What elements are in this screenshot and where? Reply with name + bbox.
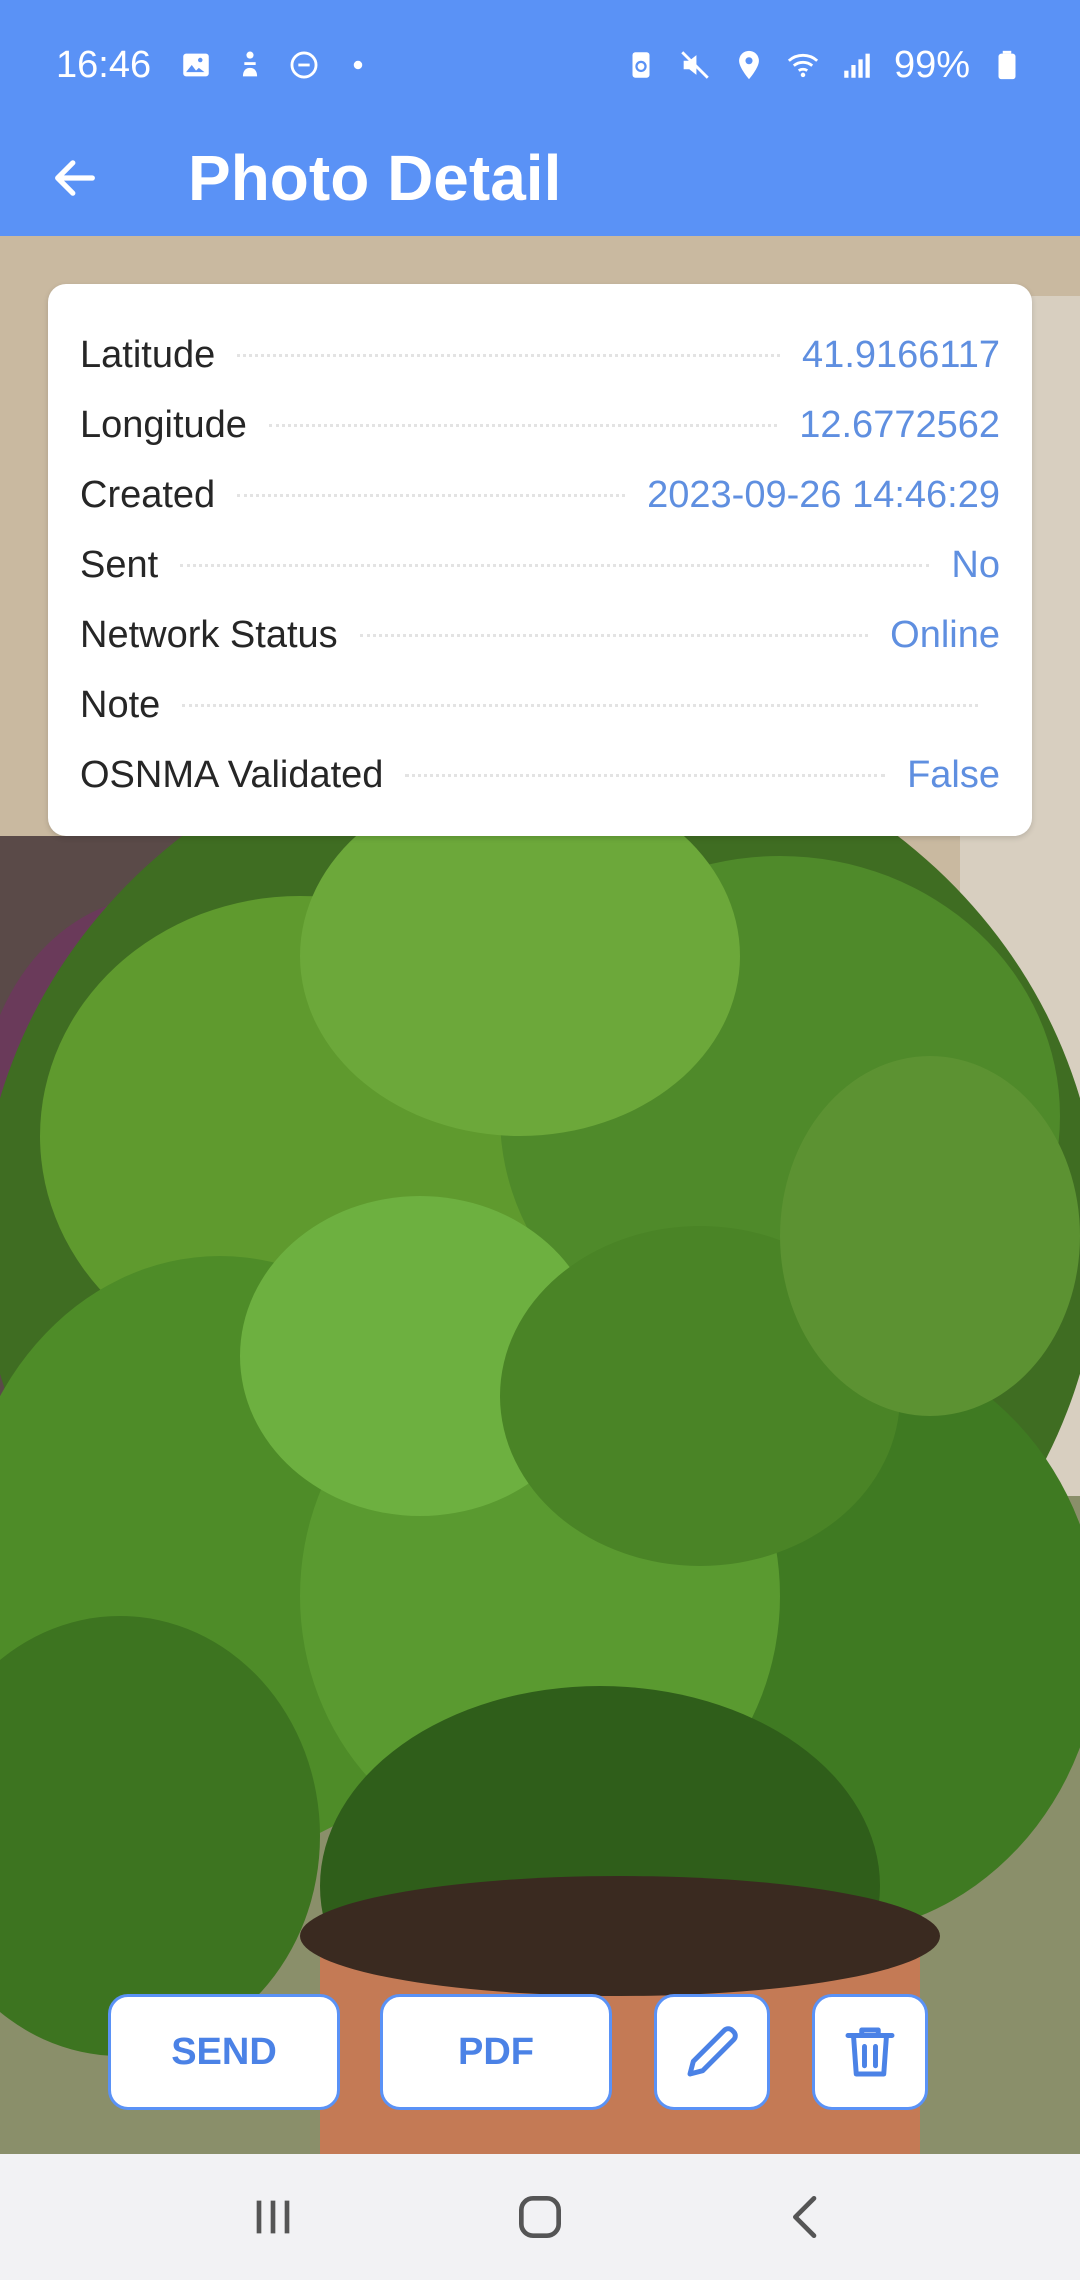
system-back-button[interactable] — [747, 2167, 867, 2267]
info-value: Online — [890, 613, 1000, 656]
info-row-sent: Sent No — [80, 530, 1000, 600]
recents-icon — [256, 2200, 290, 2234]
recycle-battery-icon — [624, 48, 658, 82]
arrow-left-icon — [55, 160, 95, 196]
dotted-leader — [268, 423, 778, 427]
system-nav-bar — [0, 2154, 1080, 2280]
dotted-leader — [237, 493, 626, 497]
info-row-latitude: Latitude 41.9166117 — [80, 320, 1000, 390]
home-button[interactable] — [480, 2167, 600, 2267]
mute-icon — [678, 48, 712, 82]
pencil-icon — [687, 2026, 738, 2077]
status-bar: 16:46 99% — [0, 0, 1080, 130]
info-value: 41.9166117 — [802, 333, 1000, 376]
info-value: 12.6772562 — [799, 403, 1000, 446]
dotted-leader — [237, 353, 781, 357]
dotted-leader — [182, 703, 978, 707]
info-label: Sent — [80, 543, 159, 586]
do-not-disturb-icon — [287, 48, 321, 82]
dotted-leader — [359, 633, 869, 637]
delete-button[interactable] — [812, 1994, 928, 2110]
info-row-created: Created 2023-09-26 14:46:29 — [80, 460, 1000, 530]
signal-icon — [840, 48, 874, 82]
pdf-button[interactable]: PDF — [380, 1994, 612, 2110]
info-label: Longitude — [80, 403, 247, 446]
photo-info-card: Latitude 41.9166117 Longitude 12.6772562… — [48, 284, 1032, 836]
info-row-osnma-validated: OSNMA Validated False — [80, 740, 1000, 810]
location-icon — [732, 48, 766, 82]
trash-icon — [845, 2027, 895, 2077]
info-label: Note — [80, 683, 161, 726]
status-time: 16:46 — [56, 43, 152, 86]
recents-button[interactable] — [213, 2167, 333, 2267]
info-label: OSNMA Validated — [80, 753, 384, 796]
info-value: No — [951, 543, 1000, 586]
info-row-longitude: Longitude 12.6772562 — [80, 390, 1000, 460]
info-row-note: Note — [80, 670, 1000, 740]
info-label: Network Status — [80, 613, 338, 656]
dotted-leader — [180, 563, 930, 567]
battery-icon — [990, 48, 1024, 82]
back-button[interactable] — [0, 120, 150, 236]
page-title: Photo Detail — [188, 142, 562, 214]
dotted-leader — [405, 773, 886, 777]
info-row-network-status: Network Status Online — [80, 600, 1000, 670]
send-button[interactable]: SEND — [108, 1994, 340, 2110]
status-right: 99% — [624, 44, 1024, 87]
title-bar: Photo Detail — [0, 120, 1080, 236]
action-bar: SEND PDF — [0, 1994, 1080, 2112]
image-icon — [179, 48, 213, 82]
chevron-left-icon — [792, 2196, 816, 2238]
info-value: 2023-09-26 14:46:29 — [647, 473, 1000, 516]
wifi-icon — [786, 48, 820, 82]
info-label: Latitude — [80, 333, 216, 376]
dot-icon — [341, 48, 375, 82]
info-label: Created — [80, 473, 216, 516]
home-icon — [518, 2196, 561, 2238]
status-left: 16:46 — [56, 44, 375, 87]
edit-button[interactable] — [654, 1994, 770, 2110]
battery-percentage: 99% — [893, 43, 970, 86]
accessibility-icon — [233, 48, 267, 82]
info-value: False — [907, 753, 1000, 796]
app-bar: 16:46 99% Photo Detail — [0, 0, 1080, 236]
photo-detail-screen: 16:46 99% Photo Detail Latitude 41.91661… — [0, 0, 1080, 2280]
